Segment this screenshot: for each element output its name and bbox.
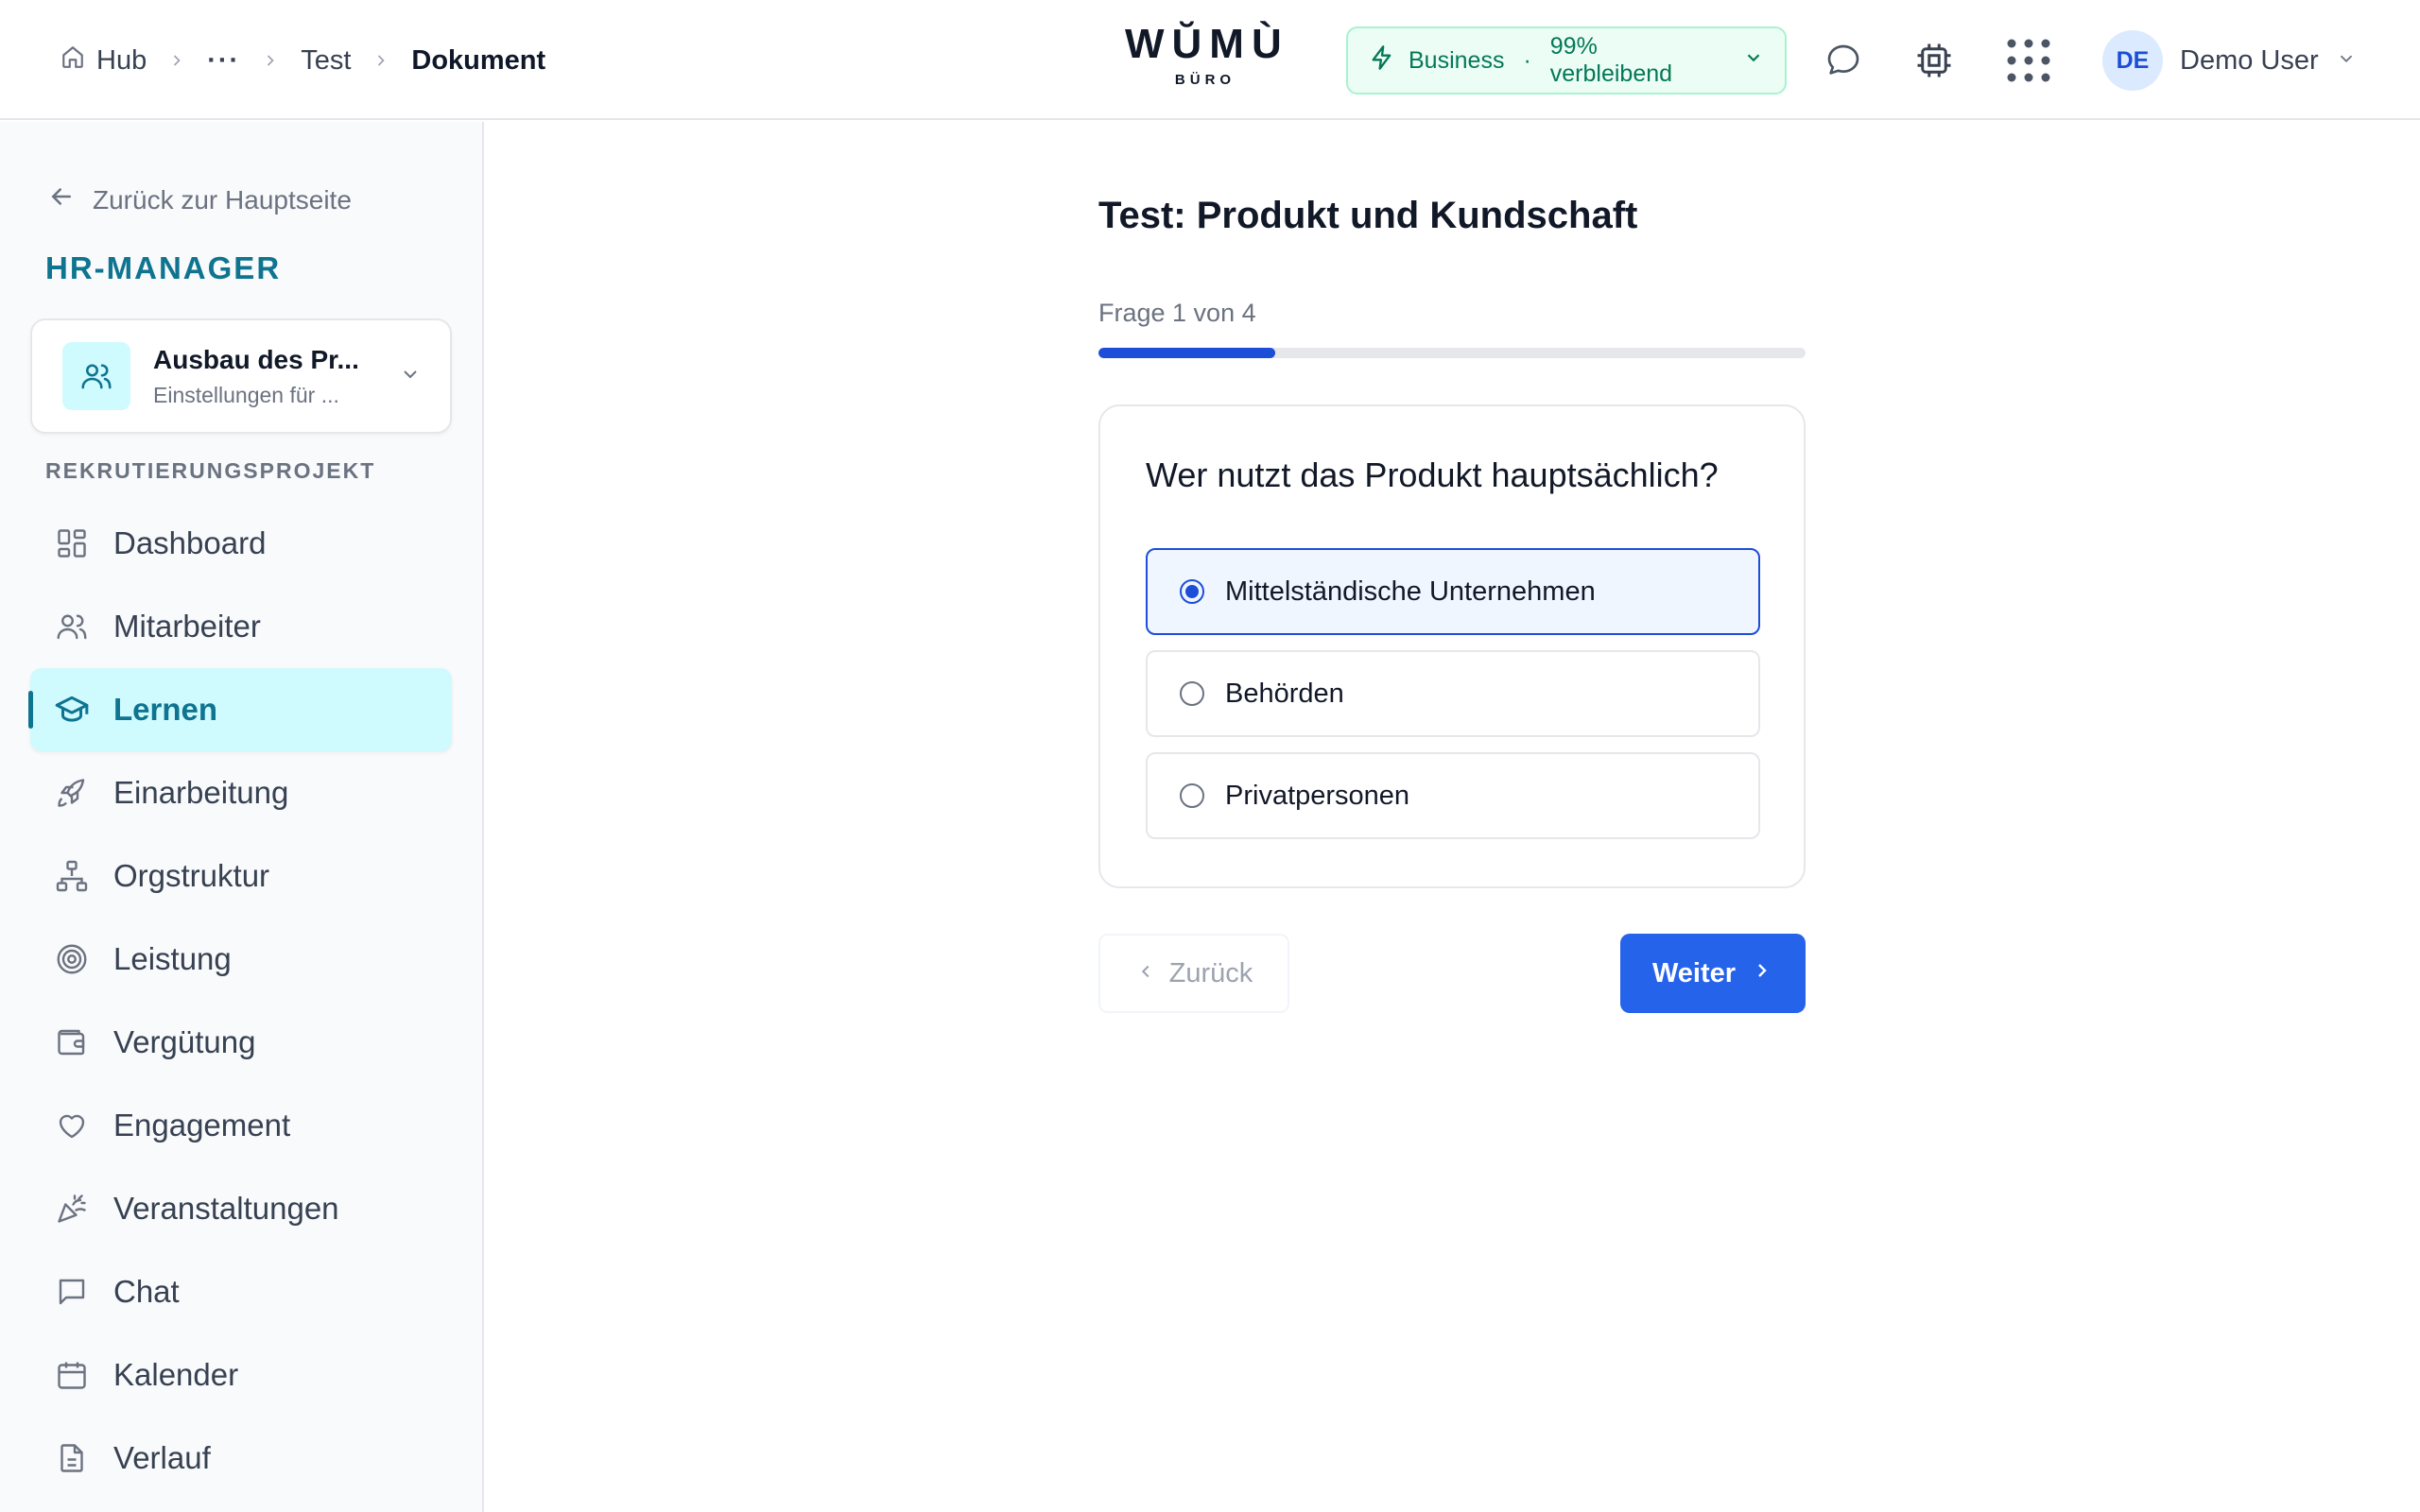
sidebar-item-label: Veranstaltungen [113,1191,339,1226]
sidebar-item-label: Kalender [113,1357,239,1392]
back-link-label: Zurück zur Hauptseite [93,184,352,215]
back-to-home-link[interactable]: Zurück zur Hauptseite [47,182,352,217]
sidebar-item-leistung[interactable]: Leistung [30,918,452,1001]
answer-option[interactable]: Mittelständische Unternehmen [1146,548,1760,635]
top-header: Hub ··· Test Dokument WŬMÙ BÜRO Business… [0,0,2420,120]
dashboard-icon [53,524,91,562]
progress-bar [1098,348,1806,358]
breadcrumb-ellipsis[interactable]: ··· [207,45,240,77]
org-chart-icon [53,857,91,895]
lightning-icon [1369,44,1395,77]
progress-label: Frage 1 von 4 [1098,299,1256,327]
progress-bar-fill [1098,348,1275,358]
sidebar-item-chat[interactable]: Chat [30,1250,452,1333]
sidebar-item-label: Vergütung [113,1024,256,1059]
sidebar-item-label: Engagement [113,1108,291,1143]
party-popper-icon [53,1190,91,1228]
chat-bubble-icon[interactable] [1819,36,1868,85]
chat-icon [53,1273,91,1311]
page-title: Test: Produkt und Kundschaft [1098,195,1638,236]
sidebar: Zurück zur Hauptseite HR-MANAGER Ausbau … [0,122,484,1512]
calendar-icon [53,1356,91,1394]
sidebar-item-label: Dashboard [113,525,267,560]
logo[interactable]: WŬMÙ BÜRO [1125,21,1286,88]
question-text: Wer nutzt das Produkt hauptsächlich? [1146,455,1719,494]
answer-option[interactable]: Behörden [1146,650,1760,737]
plan-name: Business [1409,46,1505,74]
sidebar-item-veranstaltungen[interactable]: Veranstaltungen [30,1167,452,1250]
sidebar-item-orgstruktur[interactable]: Orgstruktur [30,834,452,918]
sidebar-item-label: Verlauf [113,1440,211,1475]
project-subtitle: Einstellungen für ... [153,382,339,407]
sidebar-item-einarbeitung[interactable]: Einarbeitung [30,751,452,834]
home-icon [60,44,85,77]
breadcrumb-hub[interactable]: Hub [60,44,147,77]
plan-usage-dropdown[interactable]: Business · 99% verbleibend [1346,26,1787,94]
document-icon [53,1439,91,1477]
back-button[interactable]: Zurück [1098,934,1289,1013]
chevron-down-icon [2336,48,2357,74]
app-title: HR-MANAGER [45,250,282,285]
chevron-right-icon [261,51,280,70]
chip-icon[interactable] [1910,36,1959,85]
plan-remaining: 99% verbleibend [1549,33,1673,87]
chevron-down-icon [399,363,422,390]
radio-button[interactable] [1180,579,1204,604]
breadcrumb: Hub ··· Test Dokument [60,38,545,83]
graduation-cap-icon [53,691,91,729]
sidebar-item-lernen[interactable]: Lernen [28,668,452,751]
question-card: Wer nutzt das Produkt hauptsächlich? Mit… [1098,404,1806,888]
sidebar-item-engagement[interactable]: Engagement [30,1084,452,1167]
radio-button[interactable] [1180,681,1204,706]
apps-grid-icon[interactable] [2004,36,2053,85]
sidebar-nav: Dashboard Mitarbeiter Lernen Einarbeitun… [28,502,452,1500]
sidebar-item-label: Chat [113,1274,180,1309]
users-icon [62,342,130,410]
logo-subtitle: BÜRO [1174,72,1236,88]
chevron-left-icon [1135,958,1156,989]
radio-button[interactable] [1180,783,1204,808]
answer-label: Mittelständische Unternehmen [1225,576,1596,607]
answer-label: Behörden [1225,678,1344,709]
wallet-icon [53,1023,91,1061]
sidebar-item-label: Leistung [113,941,232,976]
next-button-label: Weiter [1651,957,1737,988]
answer-option[interactable]: Privatpersonen [1146,752,1760,839]
chevron-right-icon [1751,958,1773,989]
chevron-down-icon [1743,47,1764,75]
sidebar-item-label: Lernen [113,692,218,727]
project-title: Ausbau des Pr... [153,344,359,374]
chevron-right-icon [167,51,186,70]
rocket-icon [53,774,91,812]
sidebar-item-label: Einarbeitung [113,775,289,810]
sidebar-item-mitarbeiter[interactable]: Mitarbeiter [30,585,452,668]
sidebar-item-label: Orgstruktur [113,858,270,893]
project-selector[interactable]: Ausbau des Pr... Einstellungen für ... [30,318,452,434]
users-icon [53,608,91,645]
chevron-right-icon [372,51,390,70]
sidebar-item-kalender[interactable]: Kalender [30,1333,452,1417]
answer-label: Privatpersonen [1225,780,1410,811]
heart-icon [53,1107,91,1144]
avatar: DE [2102,30,2163,91]
arrow-left-icon [47,182,76,217]
sidebar-item-label: Mitarbeiter [113,609,261,644]
sidebar-item-verlauf[interactable]: Verlauf [30,1417,452,1500]
back-button-label: Zurück [1168,957,1253,988]
target-icon [53,940,91,978]
breadcrumb-label: Hub [96,44,147,76]
next-button[interactable]: Weiter [1620,934,1806,1013]
sidebar-item-verguetung[interactable]: Vergütung [30,1001,452,1084]
logo-wordmark: WŬMÙ [1125,21,1289,67]
breadcrumb-current: Dokument [411,44,546,76]
user-name: Demo User [2180,44,2319,76]
plan-separator: · [1523,46,1531,74]
sidebar-item-dashboard[interactable]: Dashboard [30,502,452,585]
user-menu[interactable]: DE Demo User [2102,30,2357,91]
breadcrumb-test[interactable]: Test [301,45,351,77]
section-label: REKRUTIERUNGSPROJEKT [45,458,376,483]
